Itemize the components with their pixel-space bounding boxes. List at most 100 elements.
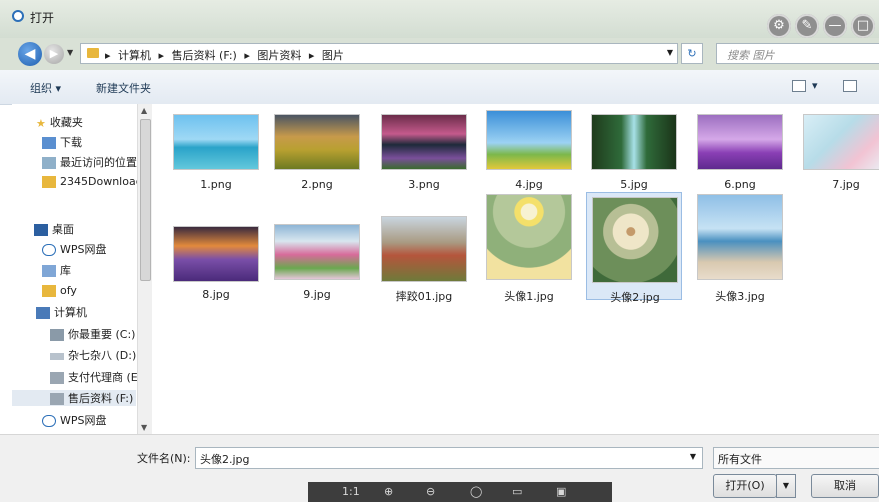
- folder-icon: [87, 48, 99, 58]
- filename-input[interactable]: 头像2.jpg ▼: [195, 447, 703, 469]
- window-title: 打开: [30, 11, 55, 25]
- title-bar: 打开 ⚙ ✎ — □: [0, 0, 879, 38]
- breadcrumb-item-computer[interactable]: 计算机: [118, 49, 151, 62]
- golden-field-thumbnail: [274, 114, 360, 170]
- open-options-dropdown[interactable]: ▼: [776, 474, 796, 498]
- scroll-down-icon[interactable]: ▼: [141, 423, 147, 432]
- view-options-icon[interactable]: [792, 80, 806, 92]
- minimize-button[interactable]: —: [823, 14, 847, 38]
- folder-icon: [42, 176, 56, 188]
- girl-on-beach-thumbnail: [697, 194, 783, 280]
- file-list: 1.png 2.png 3.png 4.jpg 5.jpg 6.png 7.jp…: [152, 104, 879, 434]
- nav-item-library[interactable]: 库: [42, 262, 71, 278]
- drive-icon: [50, 352, 64, 360]
- chevron-right-icon[interactable]: ▸: [309, 49, 315, 62]
- lavender-balloon-thumbnail: [697, 114, 783, 170]
- nav-item-wps-cloud[interactable]: WPS网盘: [42, 241, 107, 257]
- navigation-pane: ★ 收藏夹 下载 最近访问的位置 2345Downloads 桌面 WPS网盘 库…: [12, 104, 151, 434]
- nav-item-drive-d[interactable]: 杂七杂八 (D:): [50, 347, 136, 363]
- file-item[interactable]: 7.jpg: [798, 110, 879, 218]
- scroll-up-icon[interactable]: ▲: [141, 106, 147, 115]
- beach-palm-thumbnail: [173, 114, 259, 170]
- nav-item-computer[interactable]: 计算机: [36, 304, 87, 320]
- nav-item-recent[interactable]: 最近访问的位置: [42, 154, 137, 170]
- lake-pink-sunset-thumbnail: [381, 114, 467, 170]
- file-item[interactable]: 9.jpg: [269, 218, 365, 326]
- refresh-button[interactable]: ↻: [681, 43, 703, 64]
- file-name: 头像1.jpg: [504, 290, 554, 303]
- navigation-scrollbar[interactable]: ▲ ▼: [137, 104, 152, 434]
- back-button[interactable]: ◀: [18, 42, 42, 66]
- file-name: 头像3.jpg: [715, 290, 765, 303]
- file-item[interactable]: 头像3.jpg: [692, 194, 788, 303]
- library-icon: [42, 265, 56, 277]
- wrestling-photo-thumbnail: [381, 216, 467, 282]
- filename-value: 头像2.jpg: [200, 453, 250, 466]
- file-item[interactable]: 头像1.jpg: [481, 194, 577, 303]
- file-item[interactable]: 8.jpg: [168, 218, 264, 326]
- command-toolbar: 组织 ▾ 新建文件夹 ▾: [0, 70, 879, 105]
- actual-size-button[interactable]: 1:1: [342, 485, 360, 498]
- file-name: 6.png: [724, 178, 756, 191]
- breadcrumb: ▸ 计算机 ▸ 售后资料 (F:) ▸ 图片资料 ▸ 图片: [105, 47, 348, 63]
- file-name: 7.jpg: [832, 178, 860, 191]
- chevron-right-icon[interactable]: ▸: [105, 49, 111, 62]
- nav-item-wps-cloud-2[interactable]: WPS网盘: [42, 412, 107, 428]
- computer-icon: [36, 307, 50, 319]
- file-item[interactable]: 摔跤01.jpg: [376, 212, 472, 320]
- address-dropdown-icon[interactable]: ▼: [667, 48, 673, 57]
- maximize-button[interactable]: □: [851, 14, 875, 38]
- breadcrumb-item-current[interactable]: 图片: [322, 49, 344, 62]
- cloud-icon: [42, 415, 56, 427]
- nav-item-ofy[interactable]: ofy: [42, 284, 77, 300]
- file-item[interactable]: 2.png: [269, 110, 365, 218]
- nav-item-2345downloads[interactable]: 2345Downloads: [42, 175, 148, 191]
- filename-dropdown-icon[interactable]: ▼: [690, 452, 696, 461]
- file-name: 2.png: [301, 178, 333, 191]
- flower-garden-thumbnail: [274, 224, 360, 280]
- history-dropdown-icon[interactable]: ▼: [67, 48, 73, 57]
- file-item[interactable]: 3.png: [376, 110, 472, 218]
- cloud-icon: [42, 244, 56, 256]
- file-type-select[interactable]: 所有文件: [713, 447, 879, 469]
- nav-item-drive-c[interactable]: 你最重要 (C:): [50, 326, 135, 342]
- chevron-right-icon[interactable]: ▸: [244, 49, 250, 62]
- breadcrumb-item-folder[interactable]: 图片资料: [257, 49, 301, 62]
- nav-item-drive-e[interactable]: 支付代理商 (E:): [50, 369, 146, 385]
- organize-menu[interactable]: 组织 ▾: [30, 80, 61, 96]
- nav-favorites[interactable]: ★ 收藏夹: [36, 114, 83, 130]
- filename-label: 文件名(N):: [137, 452, 191, 465]
- open-button[interactable]: 打开(O): [713, 474, 777, 498]
- navigation-bar: ◀ ▶ ▼ ▸ 计算机 ▸ 售后资料 (F:) ▸ 图片资料 ▸ 图片 ▼ ↻ …: [0, 38, 879, 70]
- image-viewer-toolbar: 1:1 ⊕ ⊖ ◯ ▭ ▣: [308, 482, 612, 502]
- file-name: 5.jpg: [620, 178, 648, 191]
- forward-button[interactable]: ▶: [44, 44, 64, 64]
- search-input[interactable]: 搜索 图片: [716, 43, 879, 64]
- file-name: 9.jpg: [303, 288, 331, 301]
- pastel-flowers-thumbnail: [803, 114, 879, 170]
- preview-pane-icon[interactable]: [843, 80, 857, 92]
- system-drive-icon: [50, 329, 64, 341]
- settings-icon[interactable]: ⚙: [767, 14, 791, 38]
- cancel-button[interactable]: 取消: [811, 474, 879, 498]
- file-name: 摔跤01.jpg: [395, 290, 453, 303]
- fit-window-icon[interactable]: ▭: [512, 485, 522, 498]
- nav-item-drive-f[interactable]: 售后资料 (F:): [12, 390, 136, 406]
- chevron-right-icon[interactable]: ▸: [159, 49, 165, 62]
- file-item-selected[interactable]: 头像2.jpg: [586, 192, 682, 304]
- scrollbar-thumb[interactable]: [140, 119, 151, 281]
- breadcrumb-item-drive[interactable]: 售后资料 (F:): [172, 49, 237, 62]
- save-icon[interactable]: ▣: [556, 485, 566, 498]
- address-bar[interactable]: ▸ 计算机 ▸ 售后资料 (F:) ▸ 图片资料 ▸ 图片 ▼: [80, 43, 678, 64]
- new-folder-button[interactable]: 新建文件夹: [96, 80, 151, 96]
- nav-item-desktop[interactable]: 桌面: [34, 221, 74, 237]
- pin-icon[interactable]: ✎: [795, 14, 819, 38]
- lavender-sunset-thumbnail: [173, 226, 259, 282]
- rotate-icon[interactable]: ◯: [470, 485, 482, 498]
- network-drive-icon: [50, 372, 64, 384]
- view-dropdown-icon[interactable]: ▾: [812, 79, 818, 92]
- zoom-in-icon[interactable]: ⊕: [384, 485, 393, 498]
- nav-item-downloads[interactable]: 下载: [42, 134, 82, 150]
- file-item[interactable]: 1.png: [168, 110, 264, 218]
- zoom-out-icon[interactable]: ⊖: [426, 485, 435, 498]
